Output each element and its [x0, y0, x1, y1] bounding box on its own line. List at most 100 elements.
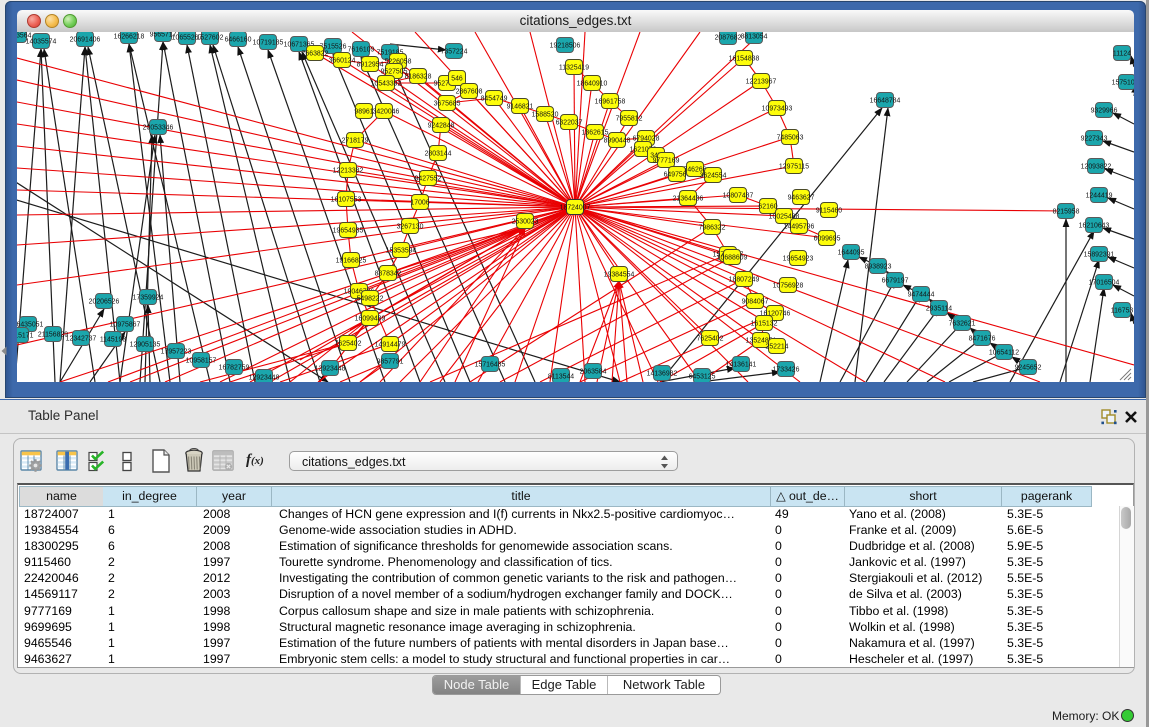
svg-text:12213967: 12213967 [746, 79, 777, 86]
svg-text:10543392: 10543392 [371, 81, 402, 88]
svg-text:16099489: 16099489 [355, 316, 386, 323]
svg-text:15353594: 15353594 [386, 248, 417, 255]
svg-text:2063584: 2063584 [580, 369, 607, 376]
svg-text:98961: 98961 [354, 109, 373, 116]
svg-text:16782759: 16782759 [219, 365, 250, 372]
svg-text:3267130: 3267130 [397, 224, 424, 231]
svg-text:8990448: 8990448 [604, 138, 631, 145]
svg-text:9427552: 9427552 [415, 176, 442, 183]
svg-text:15716485: 15716485 [475, 362, 506, 369]
svg-text:10719185: 10719185 [253, 40, 284, 47]
svg-text:2867608: 2867608 [456, 89, 483, 96]
svg-text:7632621: 7632621 [949, 321, 976, 328]
svg-text:14914479: 14914479 [375, 342, 406, 349]
svg-text:3660124: 3660124 [329, 58, 356, 65]
svg-text:10807487: 10807487 [723, 193, 754, 200]
svg-text:1644095: 1644095 [838, 250, 865, 257]
svg-text:62160: 62160 [758, 204, 777, 211]
svg-text:1362615: 1362615 [582, 130, 609, 137]
svg-text:7485063: 7485063 [777, 135, 804, 142]
svg-text:10958157: 10958157 [186, 358, 217, 365]
svg-text:9463627: 9463627 [788, 195, 815, 202]
svg-text:8878342: 8878342 [375, 271, 402, 278]
svg-text:6453125: 6453125 [689, 374, 716, 381]
svg-text:12213382: 12213382 [333, 168, 364, 175]
svg-text:12342737: 12342737 [66, 336, 97, 343]
svg-text:14136141: 14136141 [726, 362, 757, 369]
svg-text:9474444: 9474444 [908, 292, 935, 299]
svg-text:8813054: 8813054 [741, 34, 768, 41]
svg-text:16648784: 16648784 [870, 98, 901, 105]
svg-text:7625402: 7625402 [335, 341, 362, 348]
svg-text:21364436: 21364436 [673, 196, 704, 203]
svg-text:17359924: 17359924 [133, 295, 164, 302]
svg-text:9777169: 9777169 [653, 158, 680, 165]
svg-text:6466160: 6466160 [225, 37, 252, 44]
svg-text:3675685: 3675685 [434, 101, 461, 108]
svg-text:8912954: 8912954 [357, 62, 384, 69]
svg-text:16266218: 16266218 [114, 34, 145, 41]
svg-text:9527505: 9527505 [381, 69, 408, 76]
svg-text:12923448: 12923448 [249, 375, 280, 382]
svg-text:6322037: 6322037 [556, 120, 583, 127]
svg-text:9227343: 9227343 [1081, 136, 1108, 143]
svg-text:18724007: 18724007 [560, 205, 591, 212]
svg-text:9084067: 9084067 [742, 299, 769, 306]
svg-text:17016504: 17016504 [1089, 280, 1120, 287]
svg-text:9242848: 9242848 [428, 123, 455, 130]
svg-text:9146821: 9146821 [507, 104, 534, 111]
svg-text:12093822: 12093822 [1081, 164, 1112, 171]
svg-text:252214: 252214 [766, 344, 789, 351]
svg-text:6099695: 6099695 [814, 236, 841, 243]
svg-text:6679197: 6679197 [882, 278, 909, 285]
svg-text:17957223: 17957223 [161, 349, 192, 356]
svg-text:8454749: 8454749 [481, 96, 508, 103]
svg-text:18640910: 18640910 [577, 81, 608, 88]
svg-text:7986322: 7986322 [699, 225, 726, 232]
svg-text:20053346: 20053346 [143, 125, 174, 132]
svg-text:8186328: 8186328 [405, 74, 432, 81]
svg-text:7616109: 7616109 [348, 47, 375, 54]
svg-text:20691406: 20691406 [70, 37, 101, 44]
svg-text:11124: 11124 [1113, 51, 1131, 58]
svg-text:7357224: 7357224 [441, 49, 468, 56]
svg-text:3915171: 3915171 [17, 333, 34, 340]
svg-text:11325419: 11325419 [559, 65, 589, 72]
svg-text:15892391: 15892391 [1084, 252, 1115, 259]
svg-text:14136982: 14136982 [647, 371, 678, 378]
svg-text:8113544: 8113544 [548, 374, 574, 381]
svg-text:1588520: 1588520 [532, 112, 559, 119]
svg-text:9329966: 9329966 [1091, 108, 1118, 115]
svg-text:20206526: 20206526 [89, 299, 120, 306]
svg-text:12905135: 12905135 [130, 342, 161, 349]
svg-text:14035574: 14035574 [26, 39, 57, 46]
svg-text:1527602: 1527602 [197, 35, 224, 42]
svg-text:21156829: 21156829 [38, 332, 68, 339]
svg-text:10973493: 10973493 [762, 106, 793, 113]
svg-text:2530023: 2530023 [512, 219, 539, 226]
svg-text:16961758: 16961758 [595, 99, 626, 106]
svg-text:19654923: 19654923 [783, 256, 814, 263]
svg-text:9245652: 9245652 [1015, 365, 1042, 372]
svg-text:18807249: 18807249 [729, 277, 760, 284]
svg-text:116753: 116753 [1111, 308, 1134, 315]
svg-text:10756928: 10756928 [773, 283, 804, 290]
svg-text:7955812: 7955812 [616, 116, 643, 123]
svg-text:2935114: 2935114 [926, 306, 952, 313]
svg-text:15751074: 15751074 [1112, 80, 1134, 87]
svg-text:5498222: 5498222 [357, 296, 384, 303]
svg-text:7625402: 7625402 [697, 336, 724, 343]
svg-text:1733426: 1733426 [773, 367, 800, 374]
svg-text:17006: 17006 [410, 200, 429, 207]
svg-text:16210643: 16210643 [1079, 223, 1110, 230]
svg-text:14495796: 14495796 [784, 224, 815, 231]
svg-text:2087682: 2087682 [715, 35, 742, 42]
svg-text:10688609: 10688609 [717, 255, 748, 262]
svg-text:3624554: 3624554 [700, 173, 727, 180]
svg-text:8471676: 8471676 [969, 336, 996, 343]
svg-text:19166825: 19166825 [336, 258, 367, 265]
svg-text:12923448: 12923448 [315, 366, 346, 373]
svg-text:19384554: 19384554 [604, 272, 635, 279]
svg-text:2803144: 2803144 [425, 151, 452, 158]
svg-text:1244419: 1244419 [1086, 193, 1113, 200]
